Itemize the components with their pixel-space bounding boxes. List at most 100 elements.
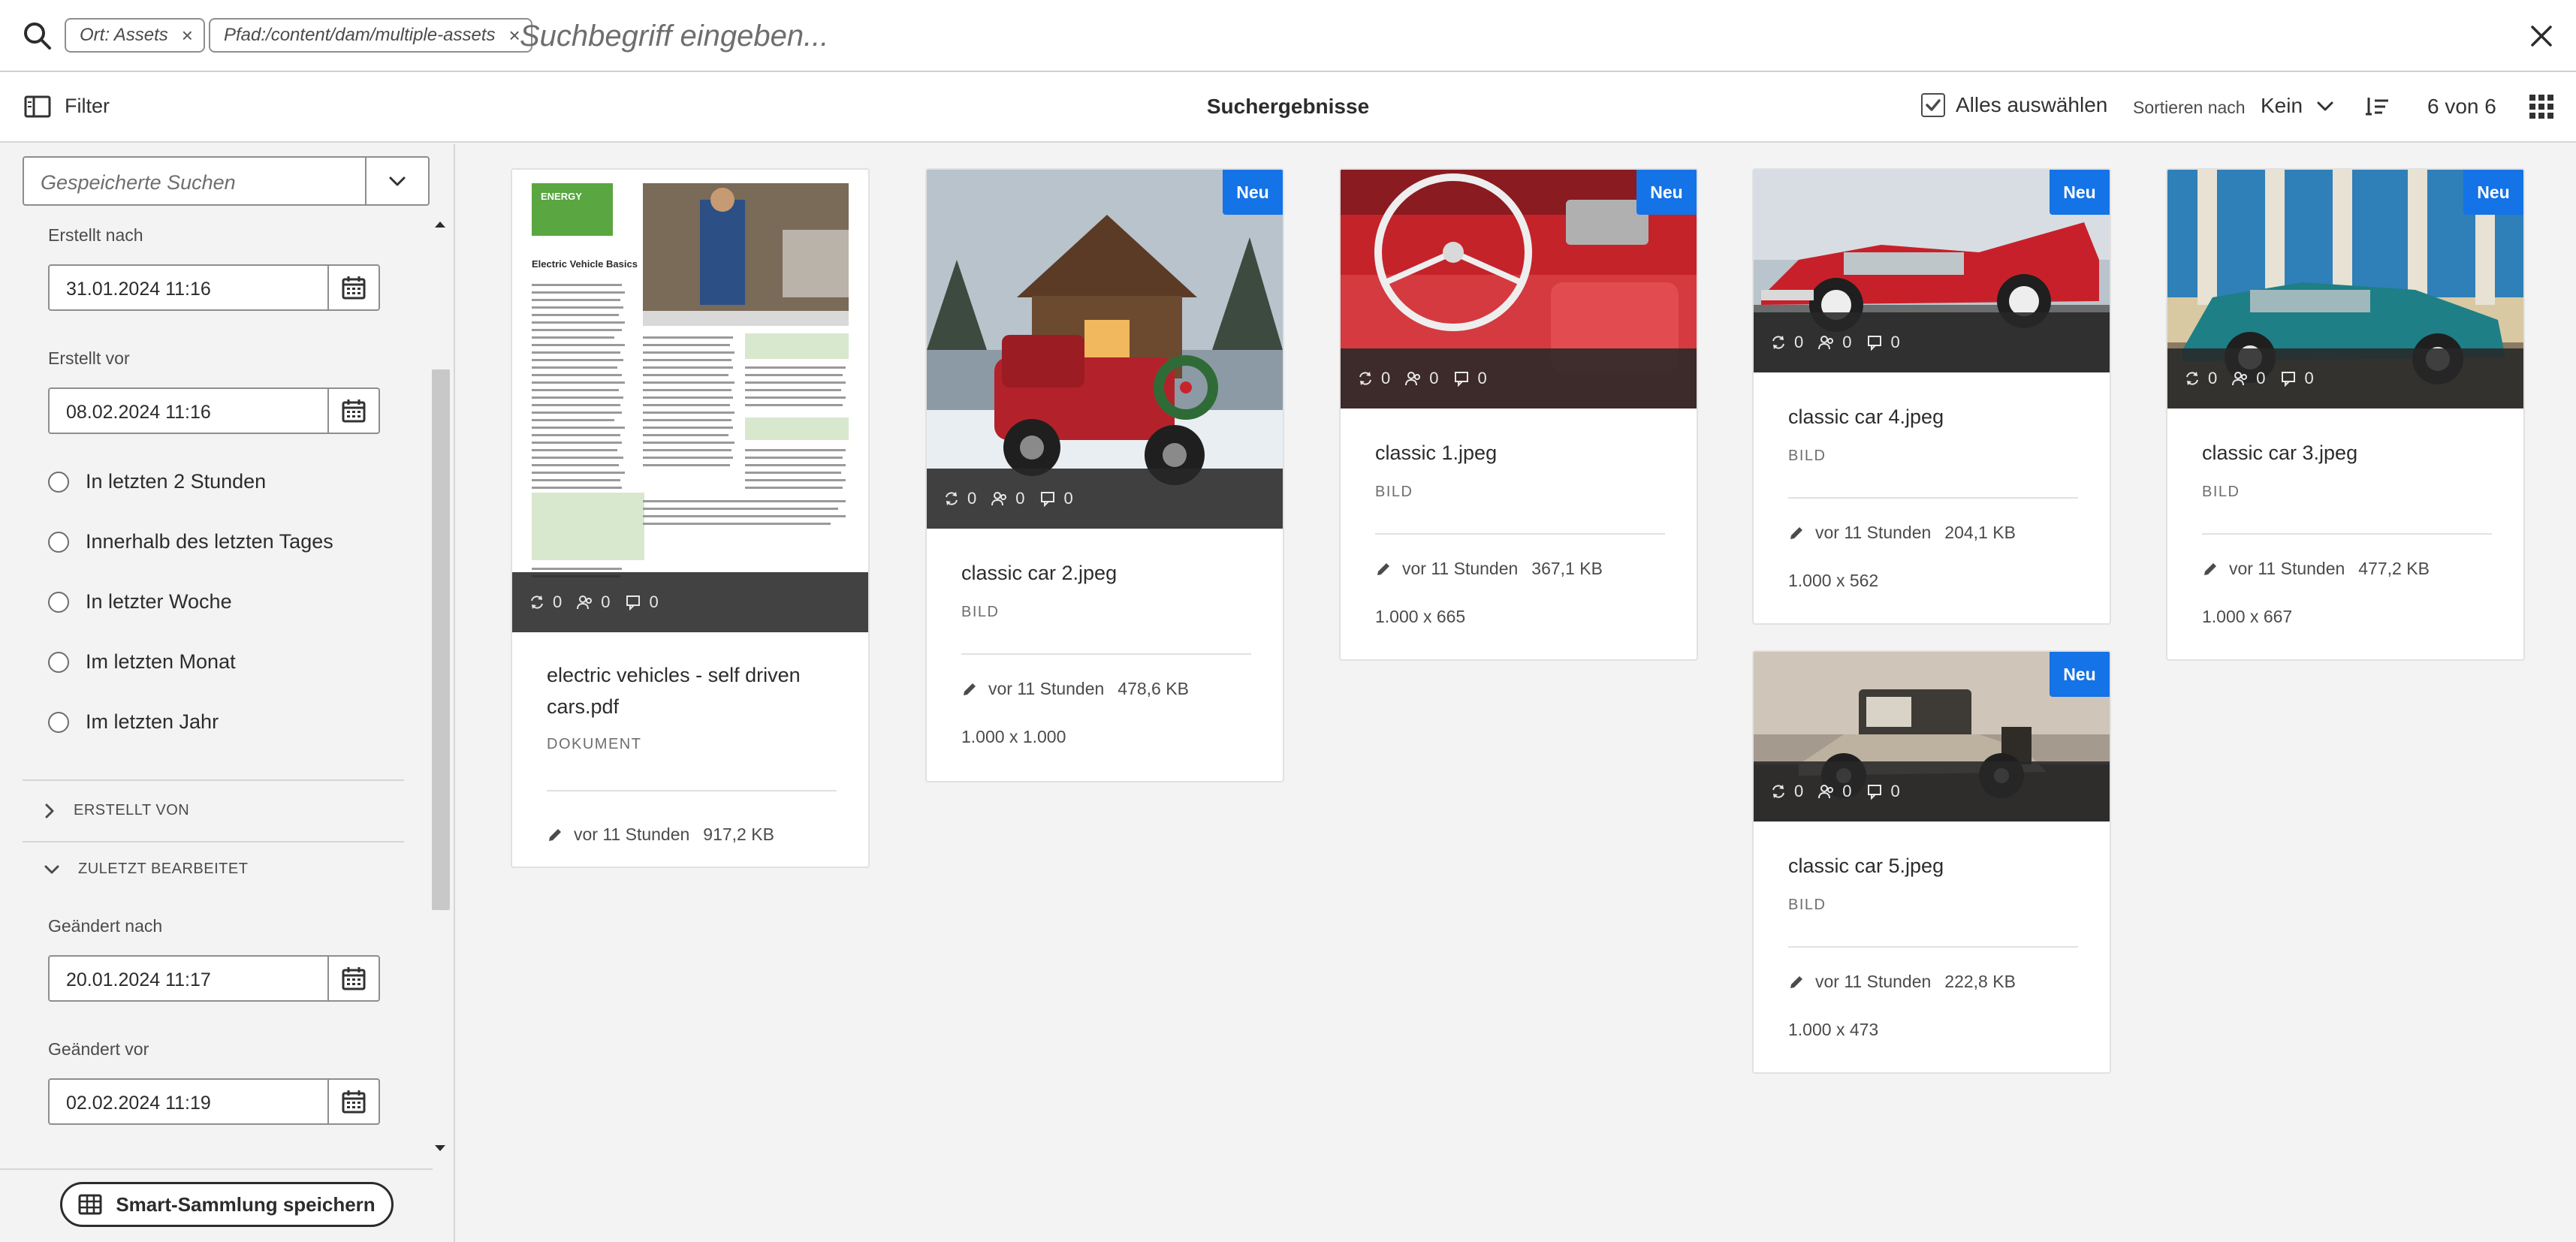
calendar-button[interactable] [327, 957, 379, 1000]
calendar-button[interactable] [327, 1080, 379, 1123]
stat-value: 0 [1381, 369, 1391, 387]
modified-time: vor 11 Stunden [1402, 559, 1519, 578]
image-dimensions: 1.000 x 1.000 [961, 727, 1066, 746]
save-smart-collection-button[interactable]: Smart-Sammlung speichern [60, 1182, 394, 1227]
stat-value: 0 [1015, 489, 1025, 508]
modified-after-field[interactable]: 20.01.2024 11:17 [48, 955, 380, 1002]
asset-card[interactable]: Neu 0 0 0 classic car 3.jpeg BILD vor 11… [2166, 168, 2525, 661]
radio-circle [48, 591, 69, 613]
asset-title[interactable]: classic car 5.jpeg [1788, 850, 2089, 882]
select-all-checkbox[interactable]: Alles auswählen [1921, 93, 2107, 117]
chip-remove-icon[interactable]: × [182, 24, 193, 47]
stat-item: 0 [1770, 782, 1803, 801]
scroll-up-icon[interactable] [433, 219, 447, 230]
asset-thumbnail: ENERGY Electric Vehicle Basics [512, 170, 868, 632]
asset-card[interactable]: Neu 0 0 0 classic car 5.jpeg BILD vor 11… [1752, 650, 2111, 1074]
radio-circle [48, 531, 69, 553]
modified-time: vor 11 Stunden [574, 824, 690, 844]
users-icon [1818, 785, 1834, 799]
stat-item: 0 [1770, 333, 1803, 352]
asset-card[interactable]: Neu 0 0 0 classic car 2.jpeg BILD vor 11… [925, 168, 1284, 782]
search-icon[interactable] [21, 20, 54, 53]
asset-card[interactable]: Neu 0 0 0 classic car 4.jpeg BILD vor 11… [1752, 168, 2111, 625]
created-after-field[interactable]: 31.01.2024 11:16 [48, 264, 380, 311]
asset-meta: vor 11 Stunden 478,6 KB [961, 679, 1189, 699]
stat-item: 0 [943, 489, 976, 508]
asset-stats-bar: 0 0 0 [1754, 312, 2110, 372]
section-label: ERSTELLT VON [74, 802, 190, 818]
saved-search-toggle[interactable] [365, 158, 428, 204]
file-size: 478,6 KB [1118, 679, 1189, 698]
stat-item: 0 [1454, 369, 1487, 388]
asset-stats-bar: 0 0 0 [1754, 761, 2110, 821]
stat-value: 0 [601, 592, 611, 611]
calendar-icon [342, 276, 366, 300]
stat-value: 0 [1794, 333, 1804, 351]
asset-meta: vor 11 Stunden 222,8 KB [1788, 972, 2016, 992]
radio-last-month[interactable]: Im letzten Monat [48, 650, 236, 674]
created-after-label: Erstellt nach [48, 225, 143, 245]
stat-item: 0 [2281, 369, 2314, 388]
file-size: 204,1 KB [1944, 523, 2016, 542]
image-dimensions: 1.000 x 667 [2202, 607, 2293, 626]
radio-last-week[interactable]: In letzter Woche [48, 590, 232, 613]
radio-last-2-hours[interactable]: In letzten 2 Stunden [48, 470, 266, 493]
grid-view-icon[interactable] [2528, 93, 2555, 120]
stat-item: 0 [1405, 369, 1439, 388]
asset-stats-bar: 0 0 0 [2167, 348, 2523, 408]
asset-meta: vor 11 Stunden 477,2 KB [2202, 559, 2430, 579]
radio-circle [48, 711, 69, 733]
asset-type: BILD [1375, 484, 1413, 500]
section-last-modified[interactable]: ZULETZT BEARBEITET [44, 861, 248, 878]
asset-title[interactable]: classic car 3.jpeg [2202, 437, 2502, 469]
section-created-by[interactable]: ERSTELLT VON [44, 802, 189, 819]
asset-type: DOKUMENT [547, 736, 642, 752]
saved-search-dropdown[interactable]: Gespeicherte Suchen [23, 156, 430, 206]
scroll-down-icon[interactable] [433, 1143, 447, 1153]
radio-label: Innerhalb des letzten Tages [86, 530, 333, 553]
close-icon[interactable] [2526, 21, 2556, 51]
stat-value: 0 [1890, 333, 1900, 351]
sync-icon [946, 492, 958, 505]
search-chip-path[interactable]: Pfad:/content/dam/multiple-assets × [209, 18, 532, 53]
saved-search-placeholder: Gespeicherte Suchen [41, 171, 236, 194]
radio-circle [48, 651, 69, 673]
radio-last-year[interactable]: Im letzten Jahr [48, 710, 219, 734]
sidebar-scrollbar[interactable] [432, 369, 450, 910]
stat-item: 0 [991, 489, 1025, 508]
asset-type: BILD [1788, 897, 1826, 913]
pdf-heading-text: Electric Vehicle Basics [532, 258, 638, 270]
asset-title[interactable]: classic car 4.jpeg [1788, 401, 2089, 433]
pencil-icon [964, 683, 976, 695]
calendar-button[interactable] [327, 266, 379, 309]
comment-icon [1454, 372, 1468, 387]
sort-order-icon[interactable] [2364, 95, 2391, 119]
calendar-button[interactable] [327, 389, 379, 433]
modified-time: vor 11 Stunden [988, 679, 1105, 698]
modified-after-label: Geändert nach [48, 916, 163, 936]
stat-item: 0 [2232, 369, 2266, 388]
chip-remove-icon[interactable]: × [509, 24, 520, 47]
stat-item: 0 [529, 592, 562, 612]
calendar-icon [342, 399, 366, 423]
asset-title[interactable]: classic car 2.jpeg [961, 557, 1262, 589]
radio-last-day[interactable]: Innerhalb des letzten Tages [48, 530, 333, 553]
pencil-icon [549, 828, 561, 841]
sort-dropdown[interactable]: Kein [2261, 94, 2334, 118]
created-before-field[interactable]: 08.02.2024 11:16 [48, 387, 380, 434]
divider [23, 779, 404, 781]
radio-label: Im letzten Jahr [86, 710, 219, 733]
filter-toggle-button[interactable]: Filter [24, 95, 110, 118]
asset-meta: vor 11 Stunden 367,1 KB [1375, 559, 1603, 579]
modified-before-field[interactable]: 02.02.2024 11:19 [48, 1078, 380, 1125]
chevron-down-icon [2317, 101, 2333, 111]
stat-value: 0 [649, 592, 659, 611]
asset-card[interactable]: ENERGY Electric Vehicle Basics 0 0 0 ele… [511, 168, 870, 868]
asset-title[interactable]: electric vehicles - self driven cars.pdf [547, 659, 847, 722]
search-chip-location[interactable]: Ort: Assets × [65, 18, 205, 53]
modified-time: vor 11 Stunden [1815, 523, 1932, 542]
asset-title[interactable]: classic 1.jpeg [1375, 437, 1676, 469]
asset-card[interactable]: Neu 0 0 0 classic 1.jpeg BILD vor 11 Stu… [1339, 168, 1698, 661]
search-input[interactable] [520, 14, 2472, 59]
asset-type: BILD [961, 604, 1000, 620]
